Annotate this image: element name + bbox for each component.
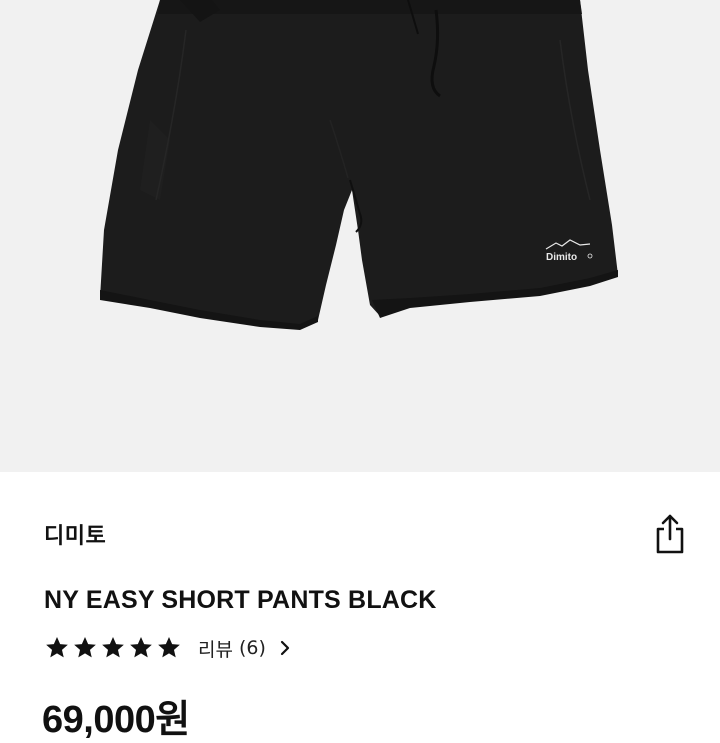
chevron-right-icon xyxy=(280,640,289,656)
brand-logo-text: Dimito xyxy=(546,252,577,263)
rating-row: 리뷰 (6) xyxy=(44,632,290,664)
review-count: (6) xyxy=(238,637,266,659)
star-icon xyxy=(72,635,98,661)
brand-logo-mark: Dimito xyxy=(545,239,593,263)
star-rating xyxy=(44,635,182,661)
star-icon xyxy=(44,635,70,661)
star-icon xyxy=(100,635,126,661)
share-icon xyxy=(656,514,684,554)
star-icon xyxy=(156,635,182,661)
review-label: 리뷰 xyxy=(198,638,233,661)
share-button[interactable] xyxy=(650,512,690,556)
product-image[interactable]: Dimito xyxy=(0,0,720,472)
reviews-link[interactable]: 리뷰 (6) xyxy=(198,635,290,662)
product-title: NY EASY SHORT PANTS BLACK xyxy=(44,586,437,614)
brand-name[interactable]: 디미토 xyxy=(44,518,106,550)
star-icon xyxy=(128,635,154,661)
price: 69,000원 xyxy=(42,699,190,741)
